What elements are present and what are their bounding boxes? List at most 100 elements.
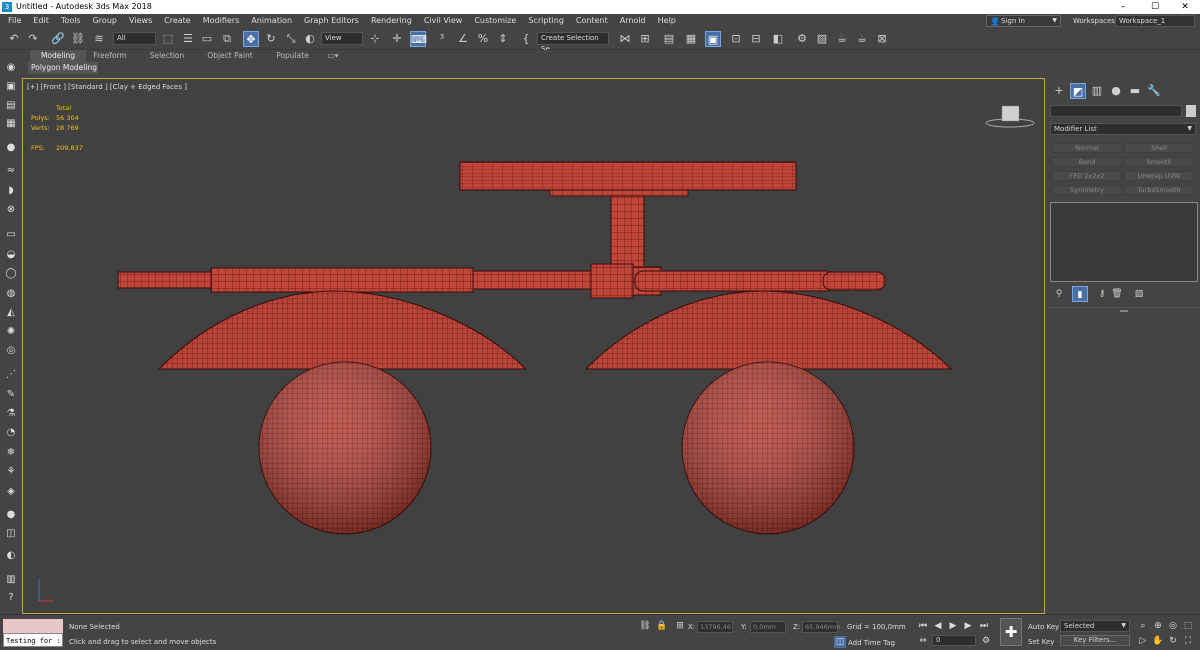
lamp-shade-left[interactable] [157,290,528,370]
menu-help[interactable]: Help [652,14,682,28]
mirror-icon[interactable]: ⋈ [617,31,633,47]
stem[interactable] [610,195,645,273]
minimize-button[interactable]: – [1108,0,1138,14]
menu-content[interactable]: Content [570,14,614,28]
display-xrefs-icon[interactable]: ◍ [3,286,19,302]
sign-in-button[interactable]: 👤 Sign In ▼ [986,15,1061,27]
tab-populate[interactable]: Populate [270,50,315,62]
window-crossing-icon[interactable]: ⧉ [219,31,235,47]
ribbon-options-icon[interactable]: ▭▾ [322,50,344,62]
configure-modifier-sets-icon[interactable]: ▧ [1131,286,1147,302]
menu-edit[interactable]: Edit [27,14,55,28]
tab-modeling[interactable]: Modeling [30,50,86,62]
object-color-swatch[interactable] [1186,105,1196,117]
menu-rendering[interactable]: Rendering [365,14,418,28]
render-production-icon[interactable]: ☕ [834,31,850,47]
align-icon[interactable]: ⊞ [637,31,653,47]
x-coordinate-field[interactable]: 13796,46 [697,621,733,633]
lamp-shade-right[interactable] [584,290,953,370]
zoom-all-icon[interactable]: ⊕ [1152,620,1164,632]
maxscript-listener-pink[interactable] [3,619,63,633]
time-tag-icon[interactable]: ◫ [834,636,846,648]
menu-animation[interactable]: Animation [245,14,298,28]
display-bones-icon[interactable]: ◭ [3,305,19,321]
select-and-place-icon[interactable]: ◐ [302,31,318,47]
go-to-start-icon[interactable]: ⏮ [917,620,929,632]
snaps-toggle-icon[interactable]: ³ [434,31,450,47]
display-geometry-icon[interactable]: ● [3,140,19,156]
container-icon[interactable]: ◈ [3,484,19,500]
modifier-ffd-button[interactable]: FFD 2x2x2 [1052,171,1122,181]
hide-icon[interactable]: ⚘ [3,464,19,480]
layer-sort-icon[interactable]: ◫ [3,526,19,542]
menu-create[interactable]: Create [158,14,197,28]
select-by-name-icon[interactable]: ☰ [180,31,196,47]
manipulate-icon[interactable]: ✛ [389,31,405,47]
scene-explorer-toggle-icon[interactable]: ◉ [3,60,19,76]
motion-tab-icon[interactable]: ● [1108,83,1124,99]
key-mode-toggle-icon[interactable]: ⇔ [917,635,929,647]
menu-civil-view[interactable]: Civil View [418,14,469,28]
display-spacewarps-icon[interactable]: ◒ [3,247,19,263]
display-shapes-icon[interactable]: ≈ [3,163,19,179]
key-filters-button[interactable]: Key Filters... [1060,635,1130,646]
link-icon[interactable]: 🔗 [50,31,66,47]
unlink-icon[interactable]: ⛓ [70,31,86,47]
close-button[interactable]: ✕ [1170,0,1200,14]
zoom-extents-icon[interactable]: ◎ [1167,620,1179,632]
layer-explorer-icon[interactable]: ▦ [683,31,699,47]
toggle-ribbon-icon[interactable]: ▣ [705,31,721,47]
display-lights-icon[interactable]: ◗ [3,183,19,199]
modifier-turbosmooth-button[interactable]: TurboSmooth [1124,185,1194,195]
maximize-button[interactable]: ☐ [1140,0,1170,14]
modifier-unwrap-uvw-button[interactable]: Unwrap UVW [1124,171,1194,181]
select-dependents-icon[interactable]: ✎ [3,387,19,403]
schematic-view-icon[interactable]: ⊟ [748,31,764,47]
display-particles-icon[interactable]: ✺ [3,324,19,340]
display-tab-icon[interactable]: ▬ [1127,83,1143,99]
go-to-end-icon[interactable]: ⏭ [978,620,990,632]
freeze-icon[interactable]: ❄ [3,445,19,461]
select-and-move-icon[interactable]: ✥ [243,31,259,47]
modify-tab-icon[interactable]: ◩ [1070,83,1086,99]
spinner-snap-icon[interactable]: ⇕ [495,31,511,47]
display-helpers-icon[interactable]: ▭ [3,227,19,243]
hierarchy-tab-icon[interactable]: ▥ [1089,83,1105,99]
maximize-viewport-icon[interactable]: ⛶ [1182,635,1194,647]
rectangular-selection-icon[interactable]: ▭ [199,31,215,47]
display-none-icon[interactable]: ▣ [3,79,19,95]
toggle-display-icon[interactable]: ◐ [3,548,19,564]
viewcube[interactable] [985,105,1035,128]
scene-explorer-icon[interactable]: ▤ [661,31,677,47]
create-tab-icon[interactable]: + [1051,83,1067,99]
display-frozen-icon[interactable]: ◎ [3,343,19,359]
key-mode-select[interactable]: Selected ▼ [1060,620,1130,632]
absolute-mode-icon[interactable]: ⊞ [674,620,686,632]
auto-key-button[interactable]: Auto Key [1028,622,1059,632]
pan-view-icon[interactable]: ✋ [1152,635,1164,647]
select-children-icon[interactable]: ⋰ [3,367,19,383]
modifier-stack[interactable] [1050,202,1198,282]
isolate-selection-icon[interactable]: ⛓ [639,620,651,632]
undo-icon[interactable]: ↶ [6,31,22,47]
find-object-icon[interactable]: ◔ [3,425,19,441]
add-time-tag-button[interactable]: Add Time Tag [848,638,895,648]
menu-views[interactable]: Views [123,14,158,28]
menu-scripting[interactable]: Scripting [522,14,570,28]
panel-resize-handle[interactable] [1120,310,1128,312]
play-icon[interactable]: ▶ [947,620,959,632]
workspace-select[interactable]: Workspace_1 [1115,15,1195,27]
set-key-icon[interactable]: ✚ [1000,618,1022,646]
edit-named-selection-icon[interactable]: { [518,31,534,47]
material-editor-icon[interactable]: ◧ [770,31,786,47]
pivot-center-icon[interactable]: ⊹ [367,31,383,47]
show-end-result-icon[interactable]: ▮ [1072,286,1088,302]
display-cameras-icon[interactable]: ⊗ [3,202,19,218]
set-key-button[interactable]: Set Key [1028,637,1054,647]
select-and-rotate-icon[interactable]: ↻ [263,31,279,47]
modifier-shell-button[interactable]: Shell [1124,143,1194,153]
help-icon[interactable]: ? [3,590,19,606]
display-groups-icon[interactable]: ◯ [3,266,19,282]
bind-space-warp-icon[interactable]: ≋ [91,31,107,47]
time-configuration-icon[interactable]: ⚙ [980,635,992,647]
